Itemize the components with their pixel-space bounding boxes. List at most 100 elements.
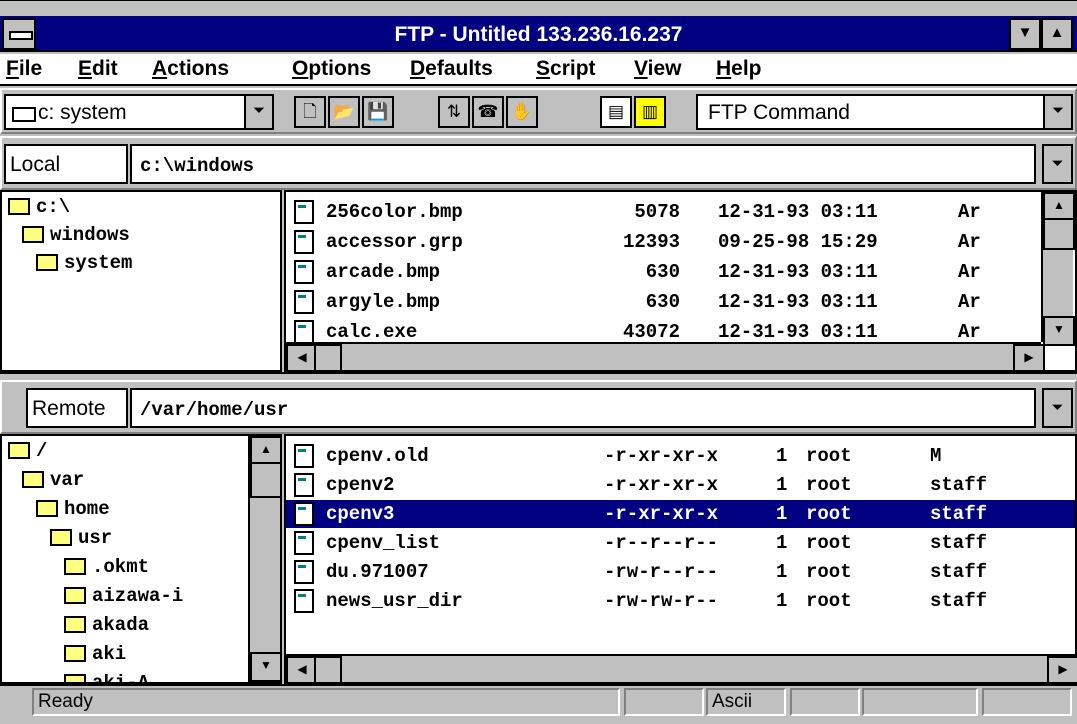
new-icon[interactable]: 🗋 [294,96,326,128]
minimize-icon[interactable]: ▼ [1009,18,1041,50]
hand-icon[interactable]: ✋ [506,96,538,128]
file-permissions: -r-xr-xr-x [604,474,719,496]
menu-script[interactable]: Script [536,57,596,81]
file-date: 12-31-93 03:11 [718,201,878,223]
scroll-right-icon[interactable]: ▶ [1047,656,1077,684]
tree-item[interactable]: system [36,252,132,274]
folder-icon [64,587,86,605]
open-icon[interactable]: 📂 [328,96,360,128]
ftp-command-input[interactable]: FTP Command ⏷ [696,94,1073,130]
tree-item-label: usr [78,527,113,549]
menu-options[interactable]: Options [292,57,371,81]
file-row[interactable]: 256color.bmp 5078 12-31-93 03:11 Ar [290,198,1040,226]
tree-item-label: .okmt [92,556,150,578]
file-row[interactable]: cpenv2 -r-xr-xr-x 1 root staff [286,471,1075,499]
local-path-dropdown-icon[interactable]: ⏷ [1042,144,1073,184]
file-row[interactable]: argyle.bmp 630 12-31-93 03:11 Ar [290,288,1040,316]
folder-icon [64,616,86,634]
maximize-icon[interactable]: ▲ [1041,18,1073,50]
tree-item[interactable]: windows [22,224,130,246]
menu-edit[interactable]: Edit [78,57,118,81]
file-row[interactable]: cpenv_list -r--r--r-- 1 root staff [286,529,1075,557]
file-row[interactable]: accessor.grp 12393 09-25-98 15:29 Ar [290,228,1040,256]
file-links: 1 [776,532,788,554]
file-row[interactable]: arcade.bmp 630 12-31-93 03:11 Ar [290,258,1040,286]
menu-file[interactable]: File [6,57,42,81]
tree-item[interactable]: usr [50,527,112,549]
file-icon [294,260,314,284]
scroll-down-icon[interactable]: ▼ [1043,316,1075,346]
file-group: staff [930,590,988,612]
file-size: 630 [645,261,680,283]
ftp-command-value: FTP Command [708,101,850,124]
local-label: Local [10,153,61,176]
file-name: news_usr_dir [326,590,463,612]
scroll-thumb[interactable] [314,656,342,684]
file-links: 1 [776,445,788,467]
connect-icon[interactable]: ☎ [472,96,504,128]
file-row[interactable]: news_usr_dir -rw-rw-r-- 1 root staff [286,587,1075,615]
menu-help[interactable]: Help [716,57,762,81]
remote-path-dropdown-icon[interactable]: ⏷ [1042,388,1073,428]
file-row[interactable]: du.971007 -rw-r--r-- 1 root staff [286,558,1075,586]
tree-item[interactable]: c:\ [8,196,70,218]
local-tree[interactable]: c:\ windows system [0,190,282,372]
file-permissions: -rw-r--r-- [604,561,719,583]
file-name: cpenv3 [326,503,395,525]
remote-path-field[interactable]: /var/home/usr [130,388,1036,428]
tree-item-label: system [64,252,133,274]
local-hscrollbar[interactable]: ◀ ▶ [286,342,1045,372]
file-owner: root [806,474,852,496]
remote-path-value: /var/home/usr [140,399,289,421]
file-row[interactable]: cpenv.old -r-xr-xr-x 1 root M [286,442,1075,470]
file-icon [294,502,314,526]
scroll-right-icon[interactable]: ▶ [1013,344,1045,372]
tree-item-label: c:\ [36,196,71,218]
local-path-field[interactable]: c:\windows [130,144,1036,184]
file-group: staff [930,474,988,496]
scroll-thumb[interactable] [314,344,342,372]
menu-view[interactable]: View [634,57,682,81]
status-cell-6 [982,688,1072,716]
scroll-thumb[interactable] [250,462,282,498]
file-group: staff [930,561,988,583]
transfer-icon[interactable]: ⇅ [438,96,470,128]
tree-item[interactable]: home [36,498,110,520]
scroll-thumb[interactable] [1043,218,1075,250]
file-date: 09-25-98 15:29 [718,231,878,253]
remote-hscrollbar[interactable]: ◀ ▶ [286,654,1077,684]
drive-value: c: system [38,101,127,124]
tree-item[interactable]: akada [64,614,149,636]
pane-divider[interactable] [0,372,1077,380]
menu-actions[interactable]: Actions [152,57,229,81]
file-icon [294,200,314,224]
remote-tree-vscrollbar[interactable]: ▲ ▼ [248,436,282,682]
file-group: M [930,445,942,467]
tree-item[interactable]: .okmt [64,556,149,578]
window-title: FTP - Untitled 133.236.16.237 [394,23,683,46]
scroll-down-icon[interactable]: ▼ [250,652,282,682]
remote-tree[interactable]: / var home usr .okmt aizawa-i akada aki aki-A [0,434,282,684]
local-vscrollbar[interactable]: ▲ ▼ [1041,192,1075,346]
tree-item-label: aki [92,643,127,665]
save-icon[interactable]: 💾 [362,96,394,128]
drive-dropdown-icon[interactable]: ⏷ [244,96,272,128]
ascii-icon[interactable]: ▥ [634,96,666,128]
tree-item[interactable]: / [8,440,47,462]
file-icon [294,531,314,555]
status-cell-2 [624,688,704,716]
status-mode: Ascii [706,688,786,716]
selected-file-row[interactable]: cpenv3 -r-xr-xr-x 1 root staff [286,500,1075,528]
folder-icon [64,645,86,663]
tree-item[interactable]: var [22,469,84,491]
tree-item[interactable]: aki [64,643,126,665]
menu-defaults[interactable]: Defaults [410,57,493,81]
drive-select[interactable]: c: system ⏷ [4,94,274,130]
remote-file-list[interactable]: cpenv.old -r-xr-xr-x 1 root Mcpenv2 -r-xr-xr-… [284,434,1077,684]
binary-icon[interactable]: ▤ [600,96,632,128]
tree-item[interactable]: aki-A [64,672,150,684]
command-dropdown-icon[interactable]: ⏷ [1043,96,1071,128]
tree-item[interactable]: aizawa-i [64,585,183,607]
tree-item-label: aki-A [92,672,150,684]
file-size: 630 [645,291,680,313]
